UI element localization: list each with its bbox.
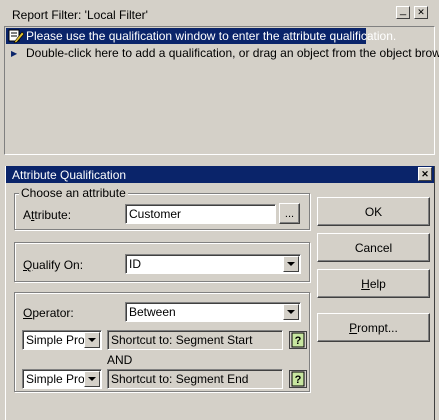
- filter-pencil-icon: [8, 29, 25, 46]
- filter-instruction-text: Please use the qualification window to e…: [26, 29, 397, 43]
- choose-attribute-legend: Choose an attribute: [19, 186, 128, 200]
- segment-start-field[interactable]: Shortcut to: Segment Start: [107, 330, 283, 350]
- attribute-field[interactable]: Customer: [125, 204, 276, 224]
- operator-label: Operator:: [23, 306, 74, 320]
- close-icon: ✕: [421, 168, 429, 179]
- operator-dropdown-button[interactable]: [283, 304, 299, 320]
- attribute-qualification-dialog: Attribute Qualification ✕ Choose an attr…: [5, 166, 435, 420]
- cancel-button[interactable]: Cancel: [317, 233, 430, 262]
- chevron-down-icon: [88, 377, 96, 381]
- minimize-button[interactable]: _: [396, 3, 410, 19]
- dialog-titlebar: Attribute Qualification ✕: [6, 166, 434, 183]
- minimize-icon: _: [399, 3, 407, 16]
- prompt-picker-end-button[interactable]: ?: [289, 370, 307, 388]
- and-label: AND: [107, 353, 133, 367]
- prompt-button[interactable]: Prompt...: [317, 313, 430, 342]
- filter-instruction-row[interactable]: Please use the qualification window to e…: [6, 28, 396, 46]
- help-button[interactable]: Help: [317, 269, 430, 298]
- bullet-icon: ▶: [11, 49, 18, 58]
- dialog-title: Attribute Qualification: [12, 168, 127, 182]
- qualify-on-label: Qualify On:: [23, 258, 84, 272]
- svg-text:?: ?: [295, 335, 302, 347]
- chevron-down-icon: [88, 338, 96, 342]
- svg-text:?: ?: [295, 374, 302, 386]
- add-qualification-hint[interactable]: Double-click here to add a qualification…: [26, 46, 439, 60]
- close-icon: ✕: [417, 7, 425, 17]
- report-filter-header: Report Filter: 'Local Filter': [3, 4, 436, 24]
- chevron-down-icon: [287, 310, 295, 314]
- dialog-close-button[interactable]: ✕: [418, 167, 432, 181]
- value-type-start-dropdown-button[interactable]: [84, 332, 100, 348]
- attribute-label: Attribute:: [23, 208, 72, 222]
- value-type-end-dropdown-button[interactable]: [84, 371, 100, 387]
- segment-end-field[interactable]: Shortcut to: Segment End: [107, 369, 283, 389]
- operator-value: Between: [129, 305, 176, 319]
- operator-select[interactable]: Between: [125, 302, 301, 322]
- qualify-on-dropdown-button[interactable]: [283, 256, 299, 272]
- browse-attribute-button[interactable]: ...: [279, 203, 300, 224]
- chevron-down-icon: [287, 262, 295, 266]
- prompt-picker-icon: ?: [289, 370, 307, 388]
- qualify-on-value: ID: [129, 257, 141, 271]
- close-filter-button[interactable]: ✕: [414, 6, 428, 19]
- report-filter-title: Report Filter: 'Local Filter': [12, 8, 148, 22]
- prompt-picker-icon: ?: [289, 331, 307, 349]
- qualify-on-select[interactable]: ID: [125, 254, 301, 274]
- prompt-picker-start-button[interactable]: ?: [289, 331, 307, 349]
- ok-button[interactable]: OK: [317, 197, 430, 226]
